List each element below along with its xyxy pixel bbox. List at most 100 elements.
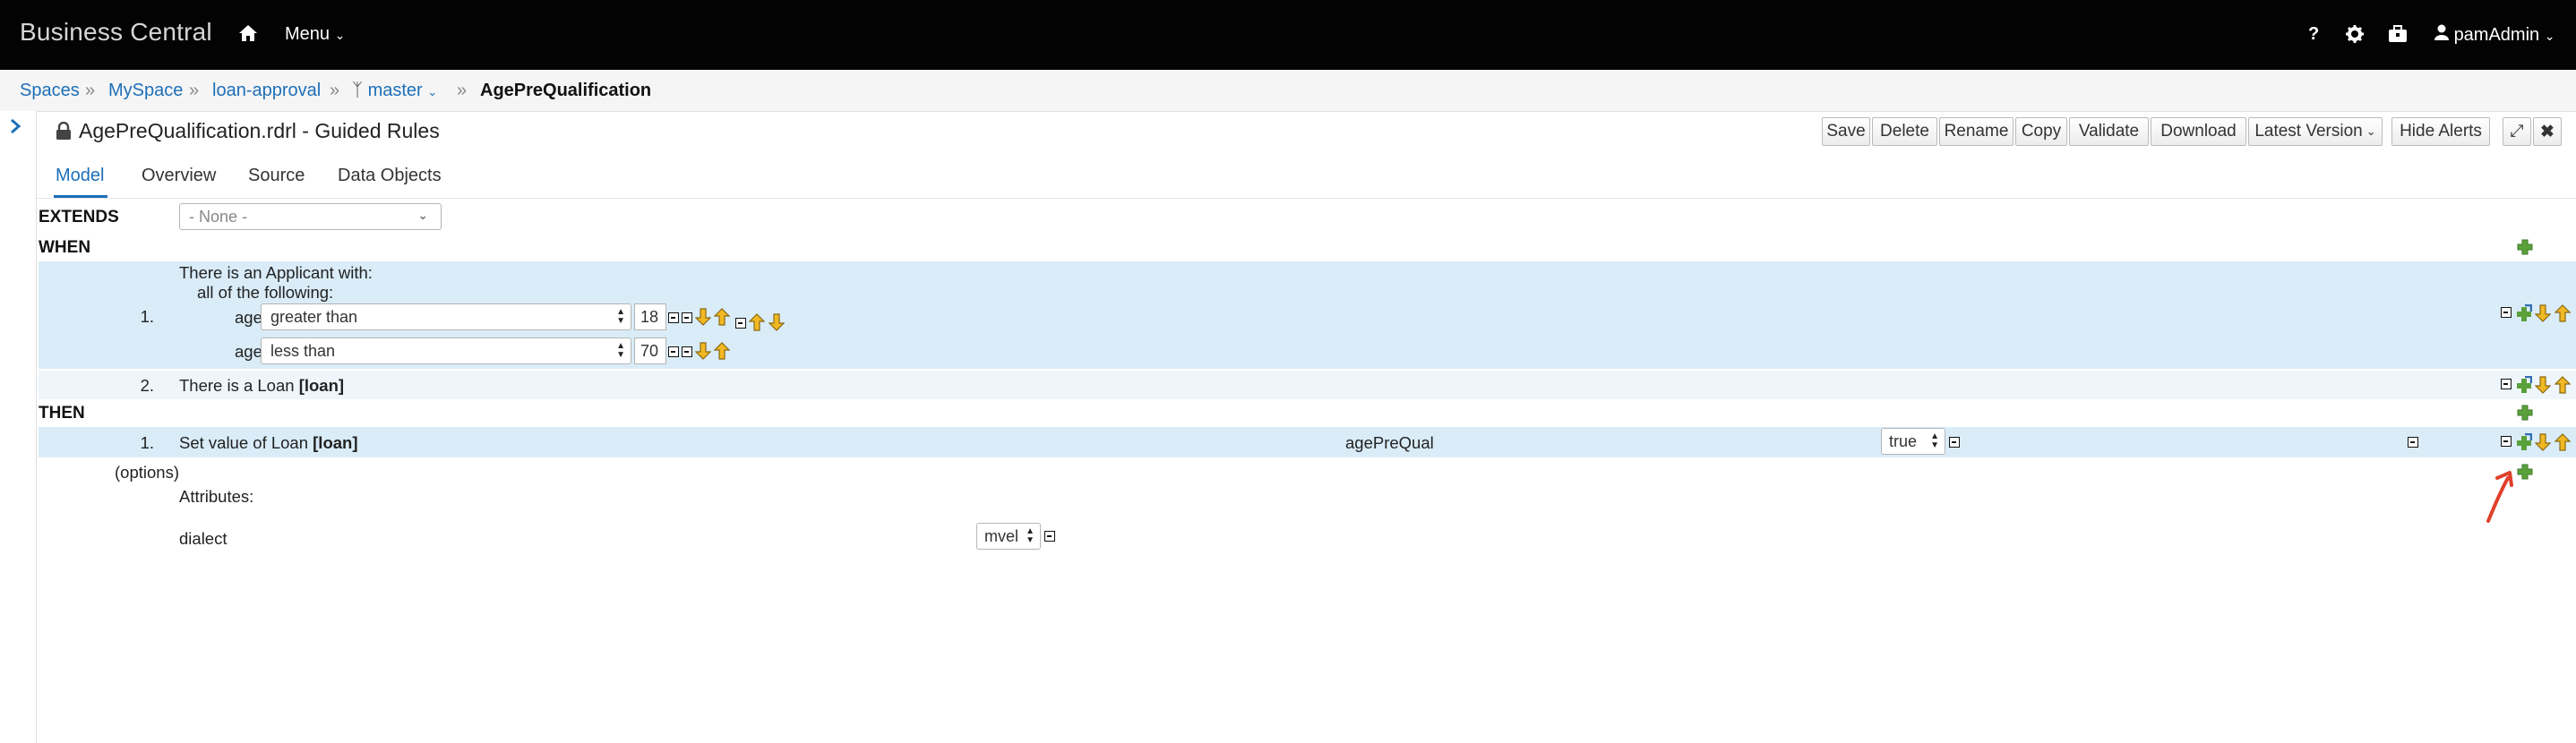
constraint-2-field: age (235, 342, 262, 361)
add-action-icon[interactable] (2517, 405, 2533, 421)
editor-title: AgePreQualification.rdrl - Guided Rules (79, 119, 440, 142)
constraint-1-operator: greater than (270, 307, 358, 326)
move-down-icon[interactable] (2535, 433, 2551, 451)
chevron-down-icon: ⌄ (2366, 124, 2376, 138)
remove-value-icon[interactable] (1949, 437, 1960, 448)
tab-overview[interactable]: Overview (142, 166, 216, 186)
updown-icon: ▲ ▼ (1930, 431, 1939, 450)
move-down-icon[interactable] (695, 308, 711, 326)
tab-model[interactable]: Model (56, 166, 104, 186)
chevron-down-icon: ⌄ (427, 85, 438, 98)
remove-row-icon[interactable] (2501, 307, 2512, 318)
expand-panel-icon[interactable] (9, 117, 21, 140)
options-label: (options) (115, 463, 179, 482)
move-up-icon[interactable] (749, 313, 765, 331)
constraint-1-value-input[interactable]: 18 (634, 303, 666, 330)
tab-data-objects[interactable]: Data Objects (338, 166, 442, 186)
then-row-1-action[interactable]: Set value of Loan [loan] (179, 433, 358, 453)
remove-constraint-icon[interactable] (735, 318, 746, 329)
remove-constraint-icon[interactable] (668, 312, 679, 323)
chevron-down-icon: ⌄ (417, 208, 428, 222)
delete-button[interactable]: Delete (1872, 117, 1937, 146)
add-condition-icon[interactable] (2517, 239, 2533, 255)
menu-label: Menu (285, 24, 331, 44)
maximize-button[interactable]: ⤢ (2503, 117, 2531, 146)
then-row-1-number: 1. (140, 433, 154, 452)
move-up-icon[interactable] (2555, 433, 2571, 451)
then-row-1-value: true (1889, 431, 1918, 450)
validate-button[interactable]: Validate (2069, 117, 2149, 146)
breadcrumb-myspace[interactable]: MySpace (108, 81, 183, 101)
latest-version-dropdown[interactable]: Latest Version ⌄ (2248, 117, 2383, 146)
gear-icon[interactable] (2345, 24, 2365, 48)
extends-value: - None - (189, 207, 248, 226)
remove-constraint-icon[interactable] (682, 312, 692, 323)
move-down-icon[interactable] (2535, 376, 2551, 394)
insert-row-icon[interactable] (2516, 433, 2532, 451)
when-row-2-binding: [loan] (298, 376, 345, 395)
move-down-icon[interactable] (769, 313, 785, 331)
rename-button[interactable]: Rename (1939, 117, 2014, 146)
move-down-icon[interactable] (695, 342, 711, 360)
when-row-2-pattern[interactable]: There is a Loan [loan] (179, 376, 344, 396)
remove-row-icon[interactable] (2501, 436, 2512, 447)
move-up-icon[interactable] (714, 342, 730, 360)
briefcase-icon[interactable] (2388, 25, 2408, 47)
tab-source[interactable]: Source (248, 166, 305, 186)
updown-icon: ▲ ▼ (616, 307, 625, 326)
breadcrumb-branch[interactable]: ᛉ master ⌄ (352, 81, 437, 101)
constraint-1-value: 18 (640, 307, 659, 326)
breadcrumb-separator: » (189, 81, 200, 100)
move-up-icon[interactable] (2555, 304, 2571, 322)
hide-alerts-button[interactable]: Hide Alerts (2391, 117, 2490, 146)
top-navbar (0, 0, 2576, 70)
constraint-1-field: age (235, 308, 262, 327)
constraint-1-operator-select[interactable]: greater than ▲ ▼ (261, 303, 631, 330)
when-row-2-number: 2. (140, 376, 154, 395)
constraint-2-value-input[interactable]: 70 (634, 337, 666, 364)
download-label: Download (2160, 122, 2237, 141)
extends-select[interactable]: - None - ⌄ (179, 203, 442, 230)
remove-attribute-icon[interactable] (1044, 531, 1055, 542)
user-menu[interactable]: pamAdmin ⌄ (2434, 24, 2555, 46)
breadcrumb-separator: » (85, 81, 96, 100)
then-label: THEN (39, 404, 85, 423)
user-icon (2434, 24, 2454, 45)
move-up-icon[interactable] (714, 308, 730, 326)
when-row-2-text: There is a Loan (179, 376, 295, 395)
copy-button[interactable]: Copy (2015, 117, 2067, 146)
chevron-down-icon: ⌄ (2544, 29, 2555, 43)
home-icon[interactable] (238, 24, 260, 44)
help-icon[interactable]: ? (2308, 24, 2319, 45)
remove-row-icon[interactable] (2501, 379, 2512, 389)
attributes-label: Attributes: (179, 487, 254, 506)
chevron-down-icon: ⌄ (334, 28, 346, 42)
breadcrumb-spaces[interactable]: Spaces (20, 81, 80, 101)
save-button[interactable]: Save (1822, 117, 1870, 146)
remove-field-icon[interactable] (2408, 437, 2418, 448)
menu-dropdown[interactable]: Menu ⌄ (285, 24, 345, 45)
updown-icon: ▲ ▼ (616, 341, 625, 360)
when-row-1-pattern[interactable]: There is an Applicant with: (179, 263, 373, 283)
move-down-icon[interactable] (2535, 304, 2551, 322)
close-button[interactable]: ✖ (2533, 117, 2562, 146)
attribute-value: mvel (984, 526, 1019, 545)
expand-icon: ⤢ (2510, 122, 2524, 141)
move-up-icon[interactable] (2555, 376, 2571, 394)
remove-constraint-icon[interactable] (668, 346, 679, 357)
branch-label: master (367, 81, 423, 100)
brand-logo[interactable]: Business Central (20, 18, 212, 47)
remove-constraint-icon[interactable] (682, 346, 692, 357)
latest-version-label: Latest Version (2254, 122, 2363, 141)
insert-row-icon[interactable] (2516, 376, 2532, 394)
then-row-1-text: Set value of Loan (179, 433, 308, 452)
insert-row-icon[interactable] (2516, 304, 2532, 322)
attribute-value-select[interactable]: mvel ▲ ▼ (976, 523, 1041, 550)
then-row-1-value-select[interactable]: true ▲ ▼ (1881, 428, 1945, 455)
breadcrumb-project[interactable]: loan-approval (212, 81, 321, 101)
then-row-1-field: agePreQual (1345, 433, 1434, 452)
constraint-2-operator-select[interactable]: less than ▲ ▼ (261, 337, 631, 364)
breadcrumb-current-asset: AgePreQualification (480, 81, 652, 100)
updown-icon: ▲ ▼ (1026, 526, 1035, 545)
download-button[interactable]: Download (2151, 117, 2246, 146)
